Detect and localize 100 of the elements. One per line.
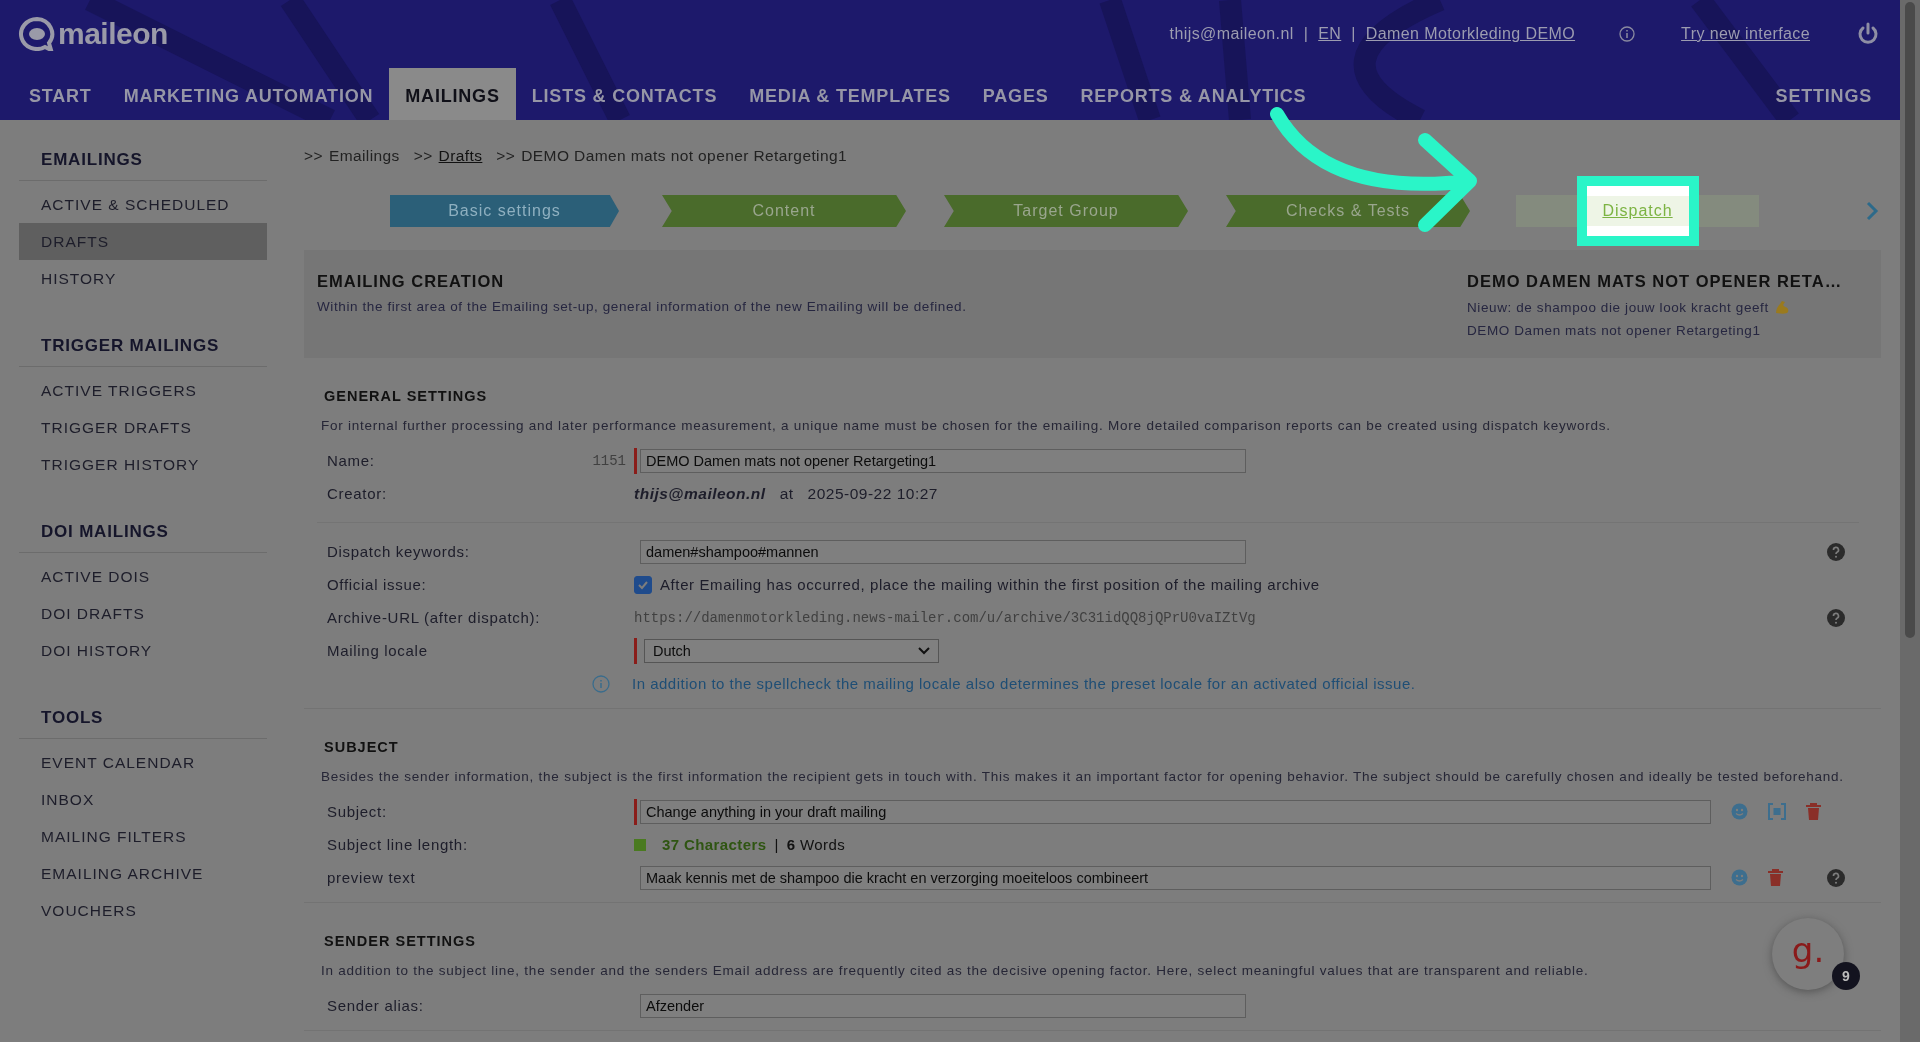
sidebar-heading: TOOLS [19,700,267,739]
sidebar-item[interactable]: VOUCHERS [19,892,267,929]
field-label: Sender alias: [327,997,424,1014]
step-tab[interactable]: Target Group [944,195,1188,227]
text-field[interactable]: Afzender [640,993,1246,1018]
step-tab[interactable]: Checks & Tests [1226,195,1470,227]
sidebar-item[interactable]: TRIGGER DRAFTS [19,409,267,446]
section-description: In addition to the subject line, the sender and the senders Email address are frequently cited as the decisive opening factor. Here, select meaningful values that are transparent and reliable. [321,962,1589,980]
text-field[interactable]: DEMO Damen mats not opener Retargeting1 [640,448,1246,473]
sidebar-heading: DOI MAILINGS [19,514,267,553]
summary-text: Nieuw: de shampoo die jouw look kracht geeft [1467,299,1769,315]
text-field[interactable]: Change anything in your draft mailing [640,799,1711,824]
step-tab[interactable]: Content [662,195,906,227]
nav-tab[interactable]: REPORTS & ANALYTICS [1064,68,1323,120]
sidebar-item[interactable]: EMAILING ARCHIVE [19,855,267,892]
help-icon[interactable] [1827,868,1845,887]
field-label: Mailing locale [327,642,428,659]
smiley-icon[interactable] [1731,803,1748,820]
breadcrumb-separator: >> [413,147,433,165]
step-link[interactable]: Dispatch [1586,196,1689,226]
text-field[interactable]: damen#shampoo#mannen [640,539,1246,564]
smiley-icon[interactable] [1731,869,1748,886]
chevron-right-icon[interactable] [1865,200,1879,222]
help-icon[interactable] [1827,608,1845,627]
panel-description: Within the first area of the Emailing set-up, general information of the new Emailing will be defined. [317,299,967,314]
sidebar-item[interactable]: TRIGGER HISTORY [19,446,267,483]
mailing-title: DEMO DAMEN MATS NOT OPENER RETA… [1467,272,1844,291]
at-text: at [779,484,794,503]
text-field[interactable]: Maak kennis met de shampoo die kracht en verzorging moeiteloos combineert [640,865,1711,890]
info-icon[interactable] [1619,26,1636,42]
nav-tab[interactable]: LISTS & CONTACTS [515,68,734,120]
logo-text: maileon [58,17,168,51]
header-link[interactable]: Damen Motorkleding DEMO [1365,25,1576,43]
nav-tab[interactable]: START [13,68,108,120]
sidebar-item[interactable]: EVENT CALENDAR [19,744,267,781]
sidebar-item[interactable]: DOI HISTORY [19,632,267,669]
logo-icon [18,17,56,51]
field-label: Subject line length: [327,836,468,853]
scrollbar-thumb[interactable] [1905,2,1915,638]
sidebar-item[interactable]: ACTIVE DOIS [19,558,267,595]
dropdown-caret-icon [918,646,930,655]
sidebar-heading: EMAILINGS [19,142,267,181]
section-description: For internal further processing and later performance measurement, a unique name must be chosen for the emailing. More detailed comparison reports can be created using dispatch keywords. [321,417,1611,435]
field-label: Creator: [327,485,387,502]
field-label: Dispatch keywords: [327,543,470,560]
section-description: Besides the sender information, the subject is the first information the recipient gets in touch with. This makes it an important factor for opening behavior. The subject should be carefully chosen and ideally be tested beforehand. [321,768,1844,786]
trash-icon[interactable] [1768,869,1783,886]
separator-text: | [1351,25,1356,43]
chat-logo: g. [1791,930,1825,970]
breadcrumb-separator: >> [304,147,323,165]
trash-icon[interactable] [1806,803,1821,820]
nav-tab[interactable]: MARKETING AUTOMATION [107,68,390,120]
scrollbar[interactable] [1900,0,1920,1042]
sidebar-heading: TRIGGER MAILINGS [19,328,267,367]
power-icon[interactable] [1856,22,1880,46]
breadcrumb-link[interactable]: Drafts [438,147,483,165]
word-count: 6 Words [786,836,846,853]
nav-tab[interactable]: MAILINGS [389,68,516,120]
notification-badge: 9 [1832,962,1860,990]
nav-tab[interactable]: PAGES [966,68,1065,120]
section-heading: SUBJECT [324,739,400,755]
breadcrumb-item: Emailings [328,147,400,165]
field-label: Subject: [327,803,387,820]
status-square-icon [634,838,646,851]
nav-tab[interactable]: SETTINGS [1759,68,1888,120]
sidebar-item[interactable]: DOI DRAFTS [19,595,267,632]
bracket-icon[interactable] [1768,803,1786,820]
locale-dropdown[interactable]: Dutch [644,638,939,663]
try-new-interface-link[interactable]: Try new interface [1681,25,1810,43]
breadcrumb-separator: >> [496,147,516,165]
field-label: Archive-URL (after dispatch): [327,609,541,626]
info-icon [592,674,610,693]
step-tab[interactable]: Basic settings [390,195,619,227]
creator-email: thijs@maileon.nl [634,484,766,503]
header-link[interactable]: EN [1318,25,1342,43]
summary-text: DEMO Damen mats not opener Retargeting1 [1467,323,1761,338]
creation-date: 2025-09-22 10:27 [807,484,938,503]
field-label: Official issue: [327,576,427,593]
sidebar-item[interactable]: DRAFTS [19,223,267,260]
sidebar-item[interactable]: ACTIVE TRIGGERS [19,372,267,409]
sidebar-item[interactable]: MAILING FILTERS [19,818,267,855]
sidebar-item[interactable]: INBOX [19,781,267,818]
sidebar-item[interactable]: ACTIVE & SCHEDULED [19,186,267,223]
help-icon[interactable] [1827,542,1845,561]
section-heading: SENDER SETTINGS [324,933,477,949]
field-label: preview text [327,869,416,886]
sidebar-item[interactable]: HISTORY [19,260,267,297]
panel-title: EMAILING CREATION [317,272,506,291]
archive-url: https://damenmotorkleding.news-mailer.com/u/archive/3C31idQQ8jQPrU0vaIZtVg [634,609,1256,626]
separator-text: | [1303,25,1309,43]
info-note: In addition to the spellcheck the mailing locale also determines the preset locale for an activated official issue. [632,675,1416,692]
mailing-id: 1151 [592,452,626,469]
separator-text: | [774,836,779,853]
field-label: Name: [327,452,375,469]
user-email: thijs@maileon.nl [1169,25,1294,43]
checkbox-label: After Emailing has occurred, place the mailing within the first position of the mailing archive [660,576,1320,593]
nav-tab[interactable]: MEDIA & TEMPLATES [733,68,967,120]
checkbox[interactable] [634,575,652,594]
breadcrumb-item: DEMO Damen mats not opener Retargeting1 [521,147,848,165]
section-heading: GENERAL SETTINGS [324,388,489,404]
